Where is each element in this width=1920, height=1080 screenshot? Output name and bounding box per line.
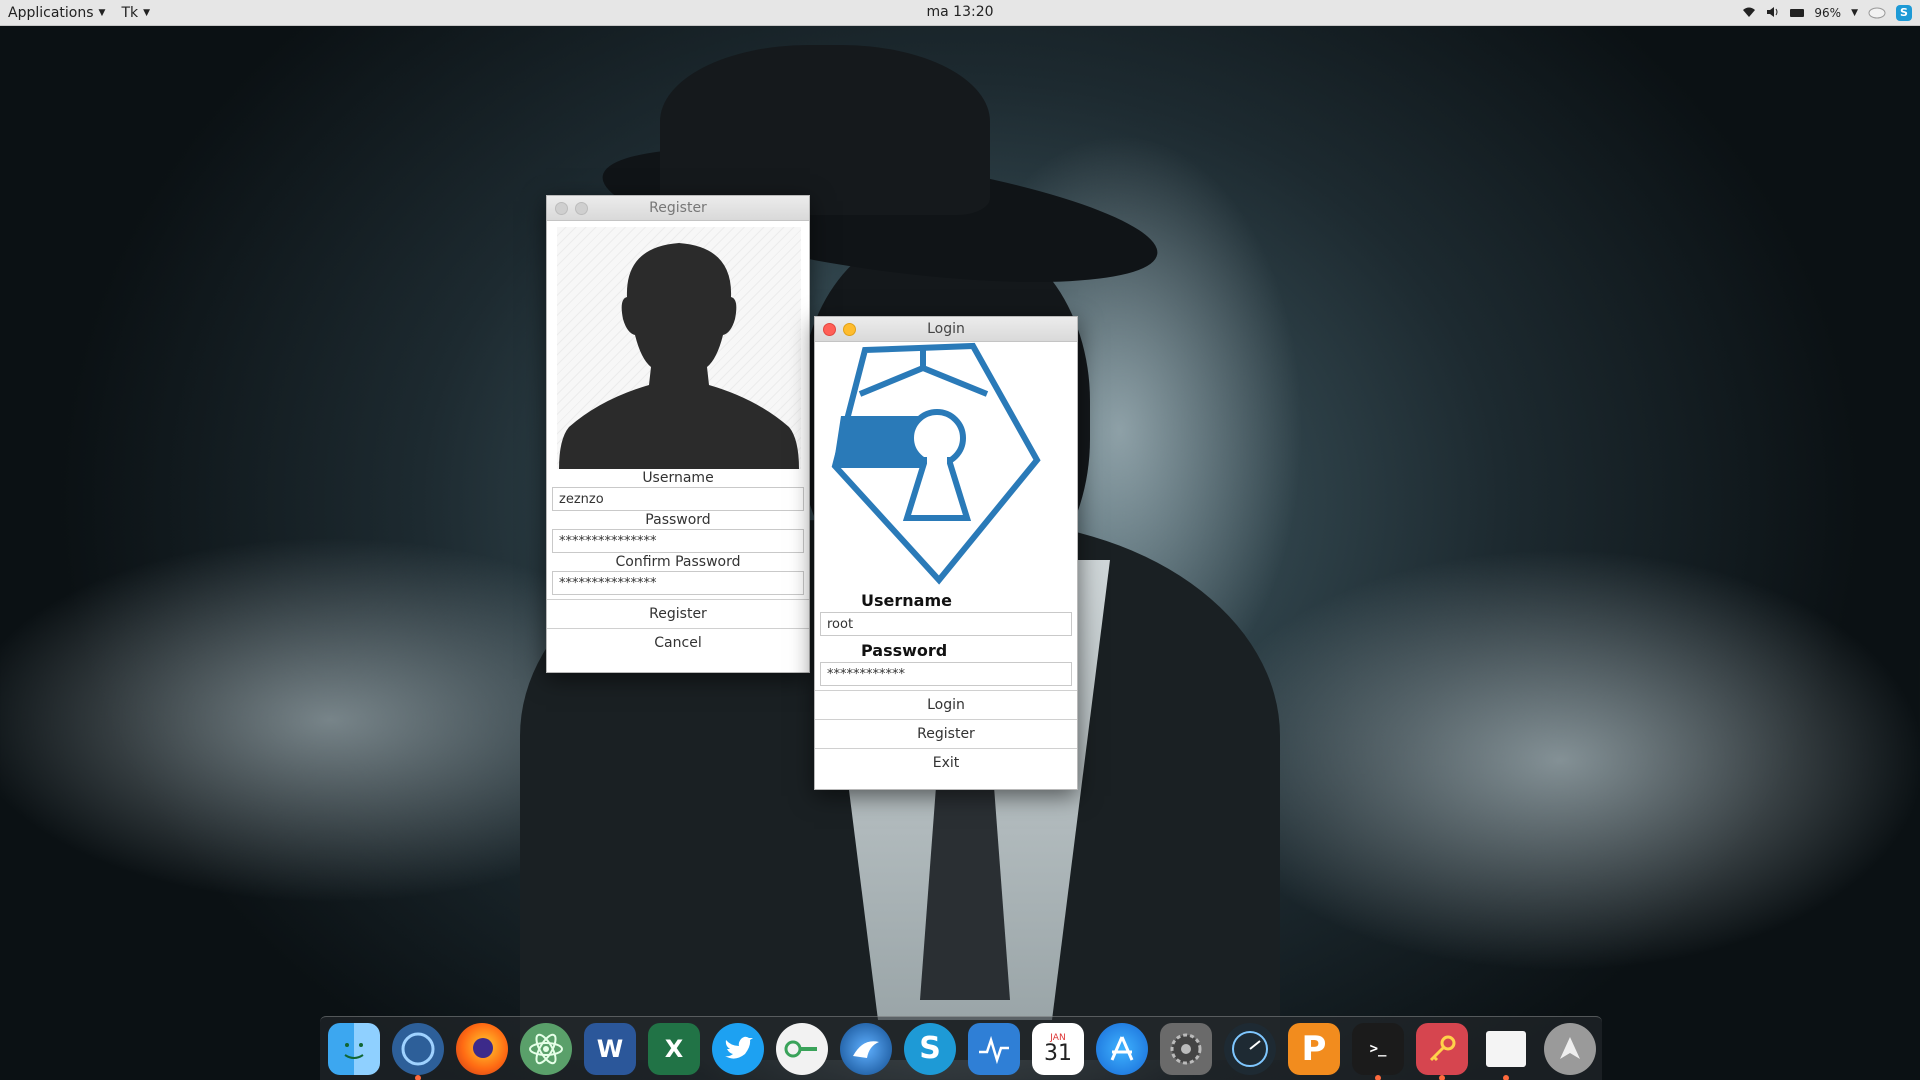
login-window: Login Username Password Login Register E… — [814, 316, 1078, 790]
eagle-icon[interactable] — [840, 1022, 892, 1075]
battery-icon[interactable] — [1790, 9, 1805, 17]
atom-icon[interactable] — [520, 1022, 572, 1075]
keyhole-shield-logo-icon — [831, 342, 1041, 585]
word-icon[interactable]: W — [584, 1022, 636, 1075]
logo — [815, 342, 1077, 628]
system-preferences-icon[interactable] — [1160, 1022, 1212, 1075]
register-password-input[interactable] — [552, 529, 804, 553]
login-password-input[interactable] — [820, 662, 1072, 686]
clock[interactable]: ma 13:20 — [926, 4, 993, 20]
login-register-button[interactable]: Register — [815, 719, 1077, 748]
battery-percentage: 96% — [1814, 6, 1842, 20]
register-submit-button[interactable]: Register — [547, 599, 809, 628]
running-indicator — [1439, 1074, 1445, 1080]
minimize-button[interactable] — [843, 323, 856, 336]
minimize-button[interactable] — [575, 202, 588, 215]
browser-icon[interactable] — [392, 1022, 444, 1080]
login-window-title: Login — [927, 321, 965, 337]
login-button[interactable]: Login — [815, 690, 1077, 719]
speed-gauge-icon[interactable] — [1224, 1022, 1276, 1075]
wifi-icon[interactable] — [1742, 6, 1756, 21]
launcher-icon[interactable] — [1544, 1022, 1596, 1075]
running-indicator — [1503, 1074, 1509, 1080]
skype-tray-icon[interactable]: S — [1896, 5, 1912, 21]
register-cancel-button[interactable]: Cancel — [547, 628, 809, 657]
firefox-icon[interactable] — [456, 1022, 508, 1075]
system-tray[interactable]: 96% ▼ S — [1742, 0, 1912, 26]
register-window: Register Username Password Confirm Passw… — [546, 195, 810, 673]
applications-menu-label: Applications — [8, 4, 94, 21]
calendar-day: 31 — [1044, 1040, 1072, 1066]
tk-menu-label: Tk — [121, 4, 139, 21]
avatar-placeholder — [557, 227, 801, 469]
applications-menu[interactable]: Applications ▼ — [0, 0, 113, 26]
confirm-password-input[interactable] — [552, 571, 804, 595]
close-button[interactable] — [823, 323, 836, 336]
running-indicator — [1375, 1074, 1381, 1080]
register-username-label: Username — [642, 470, 714, 486]
finder-icon[interactable] — [328, 1022, 380, 1075]
login-titlebar[interactable]: Login — [815, 317, 1077, 342]
user-silhouette-icon — [559, 243, 799, 469]
skype-icon[interactable]: S — [904, 1022, 956, 1075]
twitter-icon[interactable] — [712, 1022, 764, 1075]
dock: W X S JAN 31 P >_ — [320, 1016, 1602, 1080]
chevron-down-icon: ▼ — [143, 7, 151, 18]
register-username-input[interactable] — [552, 487, 804, 511]
top-panel: Applications ▼ Tk ▼ ma 13:20 96% ▼ S — [0, 0, 1920, 26]
tk-menu[interactable]: Tk ▼ — [113, 0, 158, 26]
register-titlebar[interactable]: Register — [547, 196, 809, 221]
app-store-icon[interactable] — [1096, 1022, 1148, 1075]
pages-icon[interactable]: P — [1288, 1022, 1340, 1075]
terminal-icon[interactable]: >_ — [1352, 1022, 1404, 1080]
exit-button[interactable]: Exit — [815, 748, 1077, 777]
excel-icon[interactable]: X — [648, 1022, 700, 1075]
close-button[interactable] — [555, 202, 568, 215]
keys-icon[interactable] — [776, 1022, 828, 1075]
activity-monitor-icon[interactable] — [968, 1022, 1020, 1075]
running-indicator — [415, 1074, 421, 1080]
chevron-down-icon: ▼ — [98, 7, 106, 18]
background-hat-crown — [660, 45, 990, 215]
chevron-down-icon[interactable]: ▼ — [1851, 8, 1858, 18]
register-password-label: Password — [645, 512, 711, 528]
login-password-label: Password — [861, 641, 948, 660]
keychain-icon[interactable] — [1416, 1022, 1468, 1080]
register-window-title: Register — [649, 200, 707, 216]
blank-app-icon[interactable] — [1480, 1023, 1532, 1080]
cloud-icon[interactable] — [1868, 5, 1886, 22]
calendar-icon[interactable]: JAN 31 — [1032, 1022, 1084, 1075]
confirm-password-label: Confirm Password — [615, 554, 741, 570]
volume-icon[interactable] — [1766, 6, 1780, 21]
